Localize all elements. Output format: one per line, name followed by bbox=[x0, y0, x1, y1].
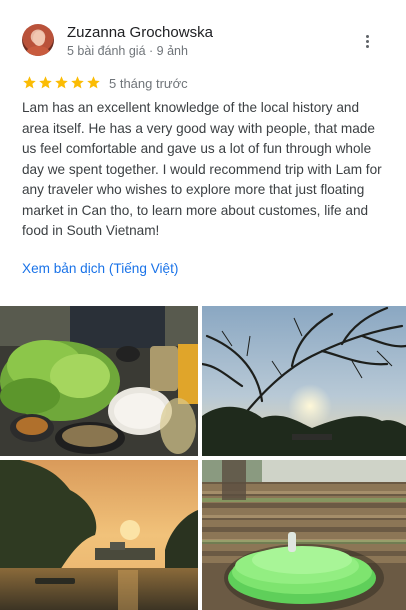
star-icon bbox=[71, 76, 84, 89]
review-photo-food[interactable] bbox=[0, 306, 198, 456]
translate-link[interactable]: Xem bản dịch (Tiếng Việt) bbox=[22, 260, 178, 278]
review-photo-rice-paper[interactable] bbox=[202, 460, 406, 610]
review-text: Lam has an excellent knowledge of the lo… bbox=[22, 100, 382, 238]
reviewer-name[interactable]: Zuzanna Grochowska bbox=[67, 24, 213, 42]
review-date: 5 tháng trước bbox=[109, 76, 188, 91]
more-vert-icon[interactable] bbox=[358, 32, 376, 50]
reviewer-meta: 5 bài đánh giá · 9 ảnh bbox=[67, 44, 188, 58]
avatar-shoulder bbox=[26, 46, 50, 56]
star-icon bbox=[39, 76, 52, 89]
star-icon bbox=[55, 76, 68, 89]
star-rating bbox=[22, 75, 101, 90]
reviewer-avatar[interactable] bbox=[22, 24, 54, 56]
star-icon bbox=[23, 76, 36, 89]
review-photo-tree[interactable] bbox=[202, 306, 406, 456]
avatar-face bbox=[33, 31, 45, 46]
star-icon bbox=[87, 76, 100, 89]
review-card: Zuzanna Grochowska 5 bài đánh giá · 9 ản… bbox=[0, 0, 406, 306]
review-photo-river[interactable] bbox=[0, 460, 198, 610]
